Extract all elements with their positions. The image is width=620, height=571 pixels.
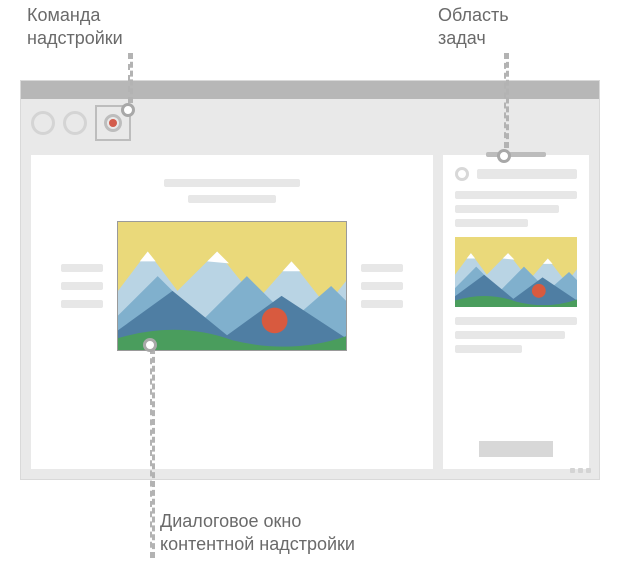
content-dialog-leader	[150, 348, 155, 558]
mountain-illustration	[118, 222, 346, 350]
task-pane[interactable]	[443, 155, 589, 469]
content-addin-dialog[interactable]	[117, 221, 347, 351]
ribbon-button-placeholder[interactable]	[31, 111, 55, 135]
doc-header-lines	[61, 179, 403, 203]
doc-right-lines	[361, 264, 403, 308]
window-titlebar	[21, 81, 599, 99]
content-addin-dialog-label: Диалоговое окно контентной надстройки	[160, 510, 355, 557]
ribbon-toolbar	[21, 99, 599, 147]
task-pane-title-placeholder	[477, 169, 577, 179]
task-pane-label: Область задач	[438, 4, 509, 51]
task-pane-leader-vert	[504, 53, 509, 148]
app-window	[20, 80, 600, 480]
placeholder-line	[188, 195, 277, 203]
placeholder-line	[61, 300, 103, 308]
mountain-illustration	[455, 237, 577, 307]
placeholder-line	[455, 331, 565, 339]
placeholder-line	[455, 317, 577, 325]
content-dialog-marker	[143, 338, 157, 352]
placeholder-line	[455, 191, 577, 199]
ribbon-button-placeholder[interactable]	[63, 111, 87, 135]
placeholder-line	[361, 264, 403, 272]
task-pane-header	[455, 167, 577, 181]
task-pane-grab-handle[interactable]	[486, 152, 546, 157]
placeholder-line	[455, 219, 528, 227]
addin-command-icon-core	[109, 119, 117, 127]
task-pane-icon	[455, 167, 469, 181]
task-pane-text-group	[455, 191, 577, 227]
placeholder-line	[164, 179, 301, 187]
placeholder-line	[61, 264, 103, 272]
task-pane-text-group	[455, 317, 577, 353]
resize-grip-icon[interactable]	[570, 468, 591, 473]
addin-command-icon	[104, 114, 122, 132]
task-pane-illustration	[455, 237, 577, 307]
addin-command-label: Команда надстройки	[27, 4, 123, 51]
addin-command-marker	[121, 103, 135, 117]
placeholder-line	[455, 345, 522, 353]
task-pane-marker	[497, 149, 511, 163]
placeholder-line	[455, 205, 559, 213]
document-canvas	[31, 155, 433, 469]
placeholder-line	[361, 282, 403, 290]
task-pane-button[interactable]	[479, 441, 552, 457]
placeholder-line	[361, 300, 403, 308]
addin-command-leader	[128, 53, 133, 103]
doc-left-lines	[61, 264, 103, 308]
placeholder-line	[61, 282, 103, 290]
